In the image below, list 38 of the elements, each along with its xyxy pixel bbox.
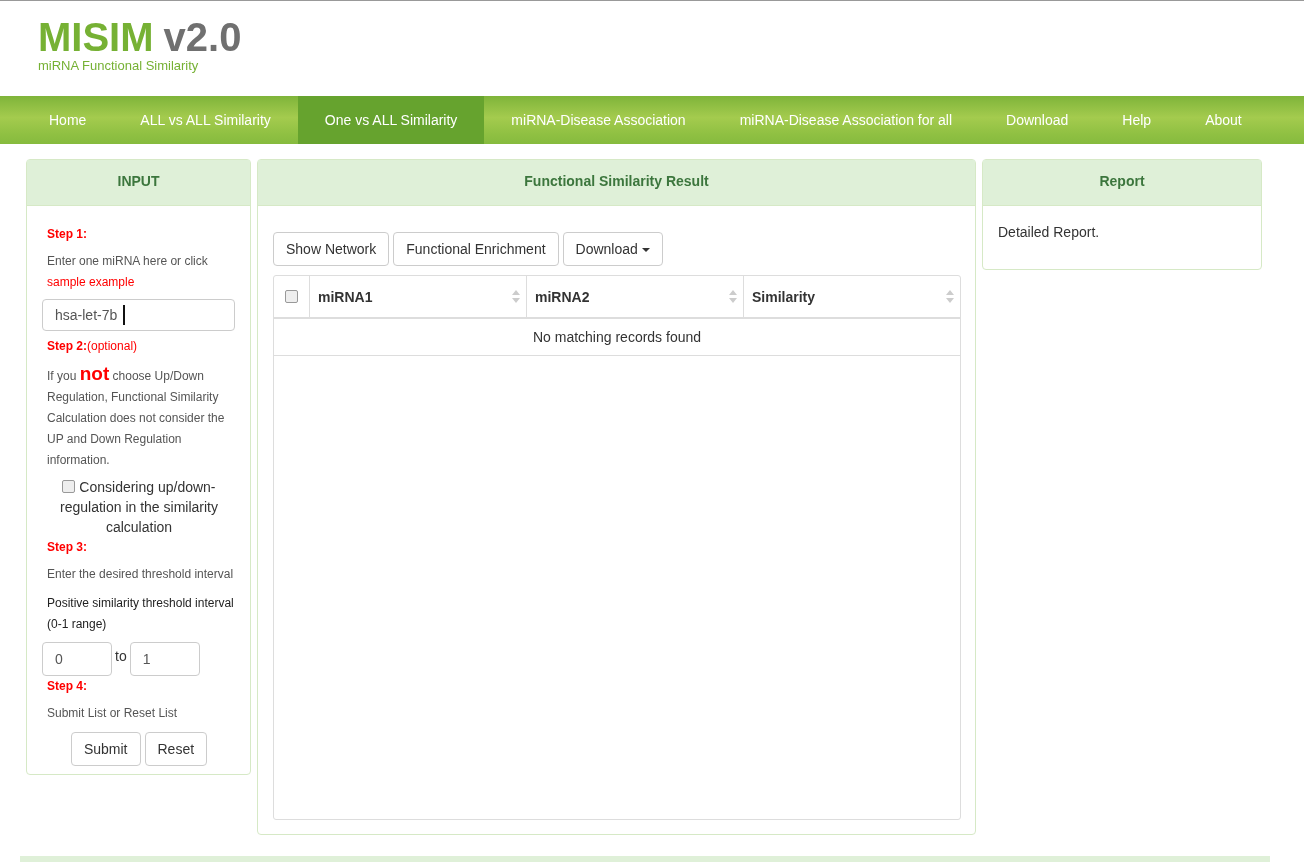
column-header[interactable]: miRNA1 — [318, 288, 373, 305]
instruction-text: Enter one miRNA here or click sample example — [47, 253, 209, 291]
range-to-input[interactable]: 1 — [129, 642, 200, 676]
logo-title: MISIM — [38, 15, 154, 59]
text-cursor-icon — [123, 305, 126, 325]
instruction-text: Positive similarity threshold interval (0-1 range) — [47, 595, 235, 633]
mirna-input[interactable]: hsa-let-7b — [42, 299, 235, 331]
checkbox-label: Considering up/down-regulation in the similarity calculation — [60, 479, 218, 535]
checkbox[interactable] — [62, 480, 76, 493]
reset-button[interactable]: Reset — [144, 732, 208, 766]
empty-message: No matching records found — [532, 329, 702, 345]
column-header[interactable]: Similarity — [752, 288, 816, 305]
sample-example-link[interactable]: sample example — [47, 275, 135, 289]
step-label: Step 4: — [47, 678, 88, 695]
panel-title: Report — [983, 160, 1261, 206]
range-separator: to — [115, 648, 127, 664]
range-from-input[interactable]: 0 — [42, 642, 112, 676]
instruction-text: If you not choose Up/Down Regulation, Functional Similarity Calculation does not consider the UP and Down Regulation information. — [47, 363, 226, 469]
logo-subtitle: miRNA Functional Similarity — [38, 58, 200, 73]
toolbar-button[interactable]: Show Network — [273, 232, 390, 266]
caret-icon — [641, 248, 650, 252]
step-label: Step 2:(optional) — [47, 338, 139, 355]
sort-icon[interactable] — [946, 290, 954, 303]
toolbar-button[interactable]: Functional Enrichment — [393, 232, 559, 266]
column-header[interactable]: miRNA2 — [535, 288, 590, 305]
instruction-text: Enter the desired threshold interval — [47, 566, 235, 583]
sort-icon[interactable] — [729, 290, 737, 303]
sort-icon[interactable] — [512, 290, 520, 303]
panel-title: Functional Similarity Result — [258, 160, 975, 206]
instruction-text: Submit List or Reset List — [47, 705, 179, 722]
panel-title: INPUT — [27, 160, 250, 206]
logo-version: v2.0 — [163, 15, 242, 59]
submit-button[interactable]: Submit — [70, 732, 141, 766]
step-label: Step 3: — [47, 539, 88, 556]
report-text: Detailed Report. — [998, 224, 1101, 240]
select-all-checkbox[interactable] — [285, 290, 298, 303]
download-dropdown[interactable]: Download — [562, 232, 663, 266]
step-label: Step 1: — [47, 226, 88, 243]
